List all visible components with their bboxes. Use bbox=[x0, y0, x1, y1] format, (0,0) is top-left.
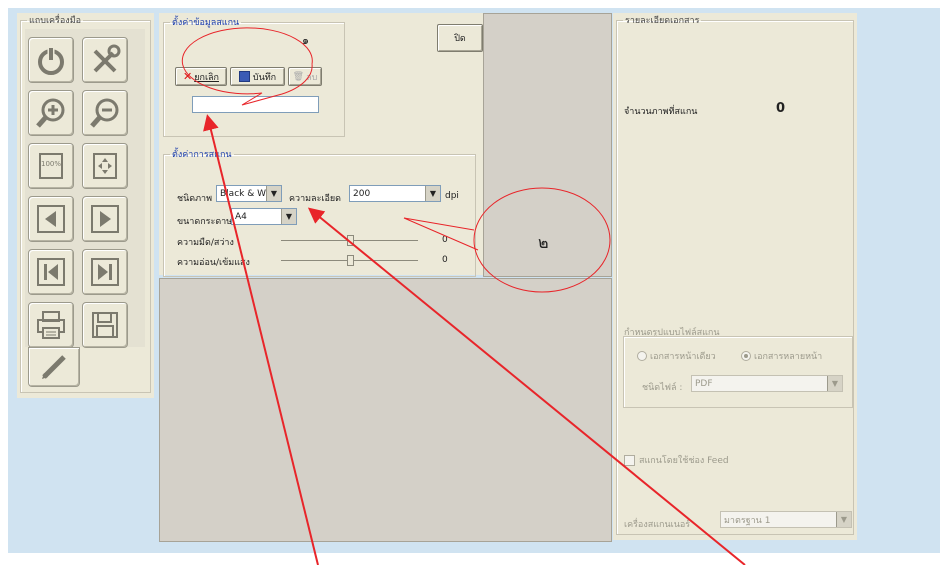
pen-button[interactable] bbox=[28, 347, 80, 387]
contrast-slider-thumb[interactable] bbox=[347, 255, 354, 266]
document-details-legend: รายละเอียดเอกสาร bbox=[625, 16, 700, 26]
scan-settings-legend: ตั้งค่าการสแกน bbox=[172, 150, 232, 160]
chevron-down-icon: ▼ bbox=[836, 512, 851, 527]
next-page-button[interactable] bbox=[82, 196, 128, 242]
radio-multi-page[interactable]: เอกสารหลายหน้า bbox=[741, 349, 822, 363]
cancel-button[interactable]: ✕ ยกเลิก bbox=[175, 67, 227, 86]
image-type-label: ชนิดภาพ bbox=[177, 194, 213, 204]
save-icon bbox=[92, 312, 118, 338]
toolbar-title: แถบเครื่องมือ bbox=[29, 16, 82, 26]
page-count-label: จำนวนภาพที่สแกน bbox=[624, 107, 698, 117]
fit-page-icon bbox=[93, 153, 117, 179]
radio-multi-label: เอกสารหลายหน้า bbox=[754, 352, 823, 362]
print-button[interactable] bbox=[28, 302, 74, 348]
paper-size-label: ขนาดกระดาษ bbox=[177, 217, 233, 227]
next-page-icon bbox=[91, 205, 119, 233]
app-window: แถบเครื่องมือ 100% ตั้งค่าข้อมูลสแกน ✕ ย… bbox=[8, 8, 940, 553]
zoom-out-icon bbox=[90, 98, 119, 128]
delete-button[interactable]: 🗑 ลบ bbox=[288, 67, 322, 86]
image-type-select[interactable]: Black & Whi ▼ bbox=[216, 185, 282, 202]
page-count-value: 0 bbox=[776, 101, 786, 116]
prev-page-icon bbox=[37, 205, 65, 233]
scanner-select[interactable]: มาตรฐาน 1 ▼ bbox=[720, 511, 852, 528]
power-button[interactable] bbox=[28, 37, 74, 83]
file-type-label: ชนิดไฟล์ : bbox=[642, 383, 683, 393]
resolution-label: ความละเอียด bbox=[289, 194, 342, 204]
first-page-button[interactable] bbox=[28, 249, 74, 295]
cancel-label: ยกเลิก bbox=[194, 72, 219, 83]
settings-panel: ตั้งค่าข้อมูลสแกน ✕ ยกเลิก บันทึก 🗑 ลบ ป… bbox=[159, 13, 483, 277]
close-button[interactable]: ปิด bbox=[437, 24, 483, 52]
zoom-out-button[interactable] bbox=[82, 90, 128, 136]
radio-single-label: เอกสารหน้าเดียว bbox=[650, 352, 716, 362]
paper-size-select[interactable]: A4 ▼ bbox=[231, 208, 297, 225]
brightness-slider-thumb[interactable] bbox=[347, 235, 354, 246]
x-icon: ✕ bbox=[183, 70, 193, 83]
power-icon bbox=[38, 47, 64, 75]
paper-size-value: A4 bbox=[235, 211, 247, 222]
print-icon bbox=[37, 311, 65, 339]
prev-page-button[interactable] bbox=[28, 196, 74, 242]
scanner-name-field[interactable] bbox=[192, 96, 319, 113]
tools-button[interactable] bbox=[82, 37, 128, 83]
zoom-in-icon bbox=[36, 98, 65, 128]
document-panel: รายละเอียดเอกสาร จำนวนภาพที่สแกน 0 กำหนด… bbox=[613, 13, 857, 540]
tools-icon bbox=[93, 44, 121, 73]
resolution-unit: dpi bbox=[445, 191, 459, 201]
scanner-label: เครื่องสแกนเนอร์ bbox=[624, 520, 691, 530]
file-format-group bbox=[623, 336, 853, 408]
toolbar-panel: แถบเครื่องมือ 100% bbox=[17, 13, 154, 398]
scanner-value: มาตรฐาน 1 bbox=[724, 515, 771, 526]
delete-label: ลบ bbox=[306, 72, 318, 83]
chevron-down-icon: ▼ bbox=[827, 376, 842, 391]
chevron-down-icon: ▼ bbox=[281, 209, 296, 224]
chevron-down-icon: ▼ bbox=[266, 186, 281, 201]
fit-page-button[interactable] bbox=[82, 143, 128, 189]
radio-multi-icon bbox=[741, 351, 751, 361]
radio-single-icon bbox=[637, 351, 647, 361]
svg-text:100%: 100% bbox=[41, 160, 61, 168]
preview-area-top bbox=[483, 13, 612, 277]
zoom-100-button[interactable]: 100% bbox=[28, 143, 74, 189]
file-type-value: PDF bbox=[695, 378, 713, 389]
resolution-select[interactable]: 200 ▼ bbox=[349, 185, 441, 202]
save-settings-button[interactable]: บันทึก bbox=[230, 67, 285, 86]
zoom-100-icon: 100% bbox=[39, 153, 63, 179]
save-settings-label: บันทึก bbox=[252, 72, 277, 83]
brightness-value: 0 bbox=[442, 235, 448, 245]
first-page-icon bbox=[37, 258, 65, 286]
radio-single-page[interactable]: เอกสารหน้าเดียว bbox=[637, 349, 716, 363]
pen-icon bbox=[42, 355, 66, 379]
file-type-select[interactable]: PDF ▼ bbox=[691, 375, 843, 392]
preview-area-bottom bbox=[159, 278, 612, 542]
feeder-checkbox[interactable]: สแกนโดยใช้ช่อง Feed bbox=[624, 453, 729, 467]
scanner-settings-legend: ตั้งค่าข้อมูลสแกน bbox=[172, 18, 240, 28]
close-label: ปิด bbox=[454, 34, 466, 44]
brightness-label: ความมืด/สว่าง bbox=[177, 238, 234, 248]
checkbox-icon bbox=[624, 454, 635, 466]
disk-icon bbox=[238, 71, 250, 82]
chevron-down-icon: ▼ bbox=[425, 186, 440, 201]
zoom-in-button[interactable] bbox=[28, 90, 74, 136]
save-button[interactable] bbox=[82, 302, 128, 348]
contrast-label: ความอ่อน/เข้มแสง bbox=[177, 258, 250, 268]
contrast-value: 0 bbox=[442, 255, 448, 265]
last-page-icon bbox=[91, 258, 119, 286]
resolution-value: 200 bbox=[353, 188, 371, 199]
feeder-label: สแกนโดยใช้ช่อง Feed bbox=[639, 456, 729, 466]
last-page-button[interactable] bbox=[82, 249, 128, 295]
trash-icon: 🗑 bbox=[292, 71, 305, 82]
